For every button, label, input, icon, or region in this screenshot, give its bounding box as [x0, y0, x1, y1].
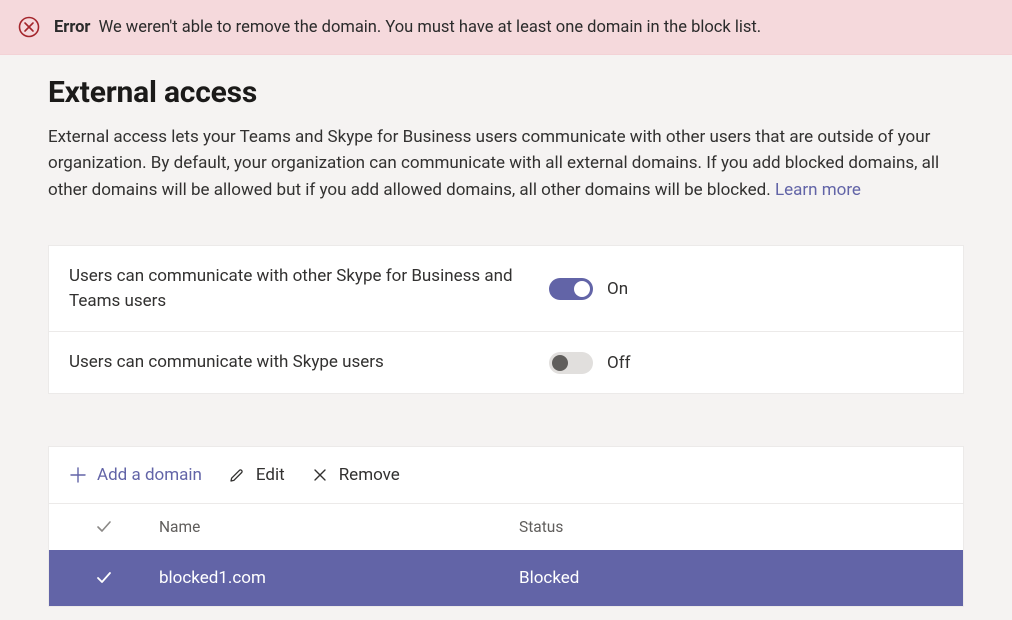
table-row[interactable]: blocked1.com Blocked [49, 550, 963, 606]
error-icon [18, 16, 40, 38]
row-domain-name: blocked1.com [159, 568, 519, 588]
header-select-all[interactable] [49, 518, 159, 536]
toggle-teams-sfb[interactable] [549, 278, 593, 300]
toggle-state: On [607, 279, 628, 299]
add-domain-button[interactable]: Add a domain [69, 465, 202, 485]
header-status[interactable]: Status [519, 518, 943, 536]
error-title: Error [54, 18, 90, 37]
row-select-check[interactable] [49, 569, 159, 587]
setting-row-skype: Users can communicate with Skype users O… [49, 332, 963, 393]
toggle-state: Off [607, 353, 631, 373]
add-domain-label: Add a domain [97, 465, 202, 485]
table-header: Name Status [49, 504, 963, 550]
domains-panel: Add a domain Edit Remove [48, 446, 964, 607]
page-description: External access lets your Teams and Skyp… [48, 124, 964, 203]
row-domain-status: Blocked [519, 568, 943, 588]
learn-more-link[interactable]: Learn more [775, 180, 861, 200]
edit-label: Edit [256, 465, 285, 485]
pencil-icon [228, 466, 246, 484]
error-banner: Error We weren't able to remove the doma… [0, 0, 1012, 55]
error-message: We weren't able to remove the domain. Yo… [99, 18, 762, 37]
setting-label: Users can communicate with other Skype f… [69, 264, 549, 313]
domains-toolbar: Add a domain Edit Remove [49, 447, 963, 504]
settings-panel: Users can communicate with other Skype f… [48, 245, 964, 394]
header-name[interactable]: Name [159, 518, 519, 536]
remove-button[interactable]: Remove [311, 465, 400, 485]
setting-label: Users can communicate with Skype users [69, 350, 549, 375]
page-title: External access [48, 75, 964, 110]
toggle-skype[interactable] [549, 352, 593, 374]
edit-button[interactable]: Edit [228, 465, 285, 485]
error-text: Error We weren't able to remove the doma… [54, 18, 761, 37]
close-icon [311, 466, 329, 484]
remove-label: Remove [339, 465, 400, 485]
setting-row-teams-sfb: Users can communicate with other Skype f… [49, 246, 963, 332]
plus-icon [69, 466, 87, 484]
